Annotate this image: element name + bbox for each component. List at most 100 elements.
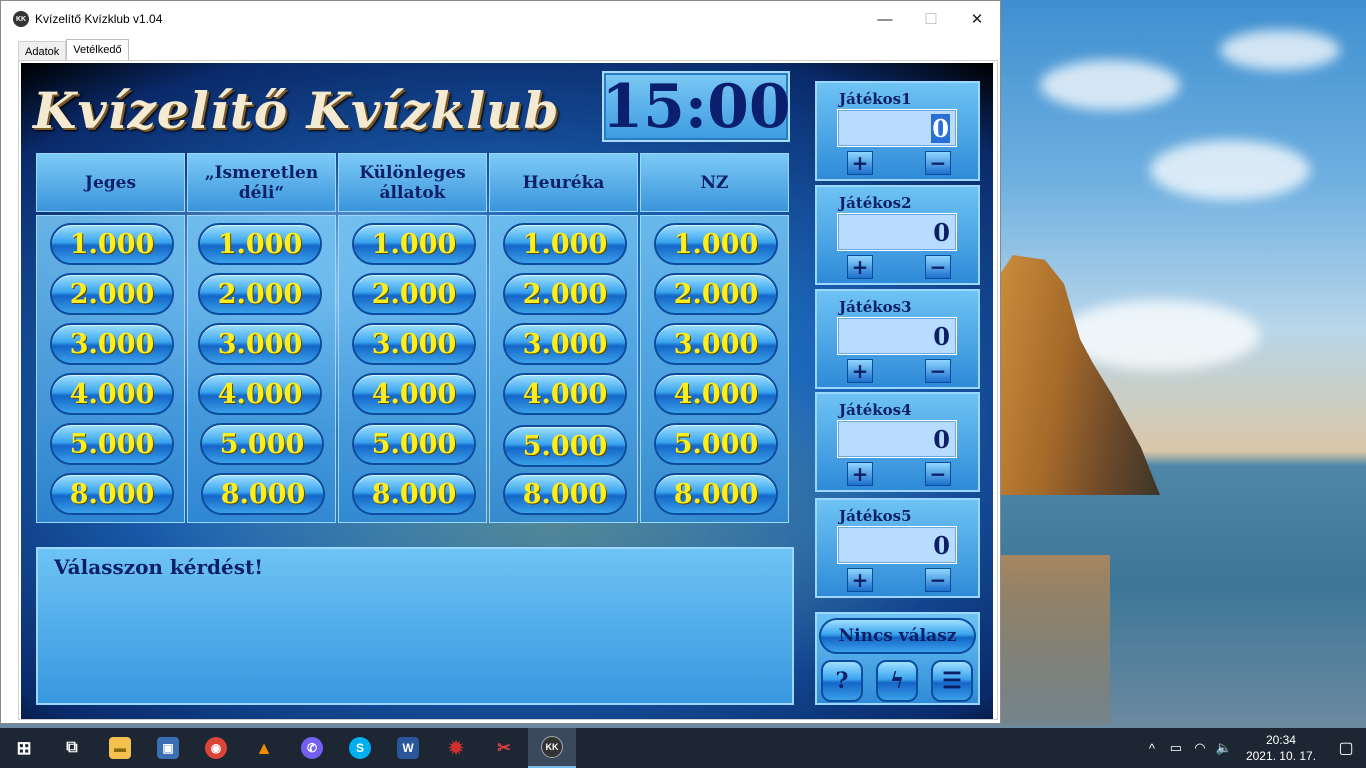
score-value: 0 bbox=[933, 424, 950, 454]
answer-controls-panel: Nincs válasz ? ϟ ☰ bbox=[815, 612, 980, 705]
skype-icon: S bbox=[349, 737, 371, 759]
score-field[interactable]: 0 bbox=[837, 213, 957, 251]
taskbar-app[interactable]: ✹ bbox=[432, 728, 480, 768]
game-app-icon: ✹ bbox=[448, 737, 464, 758]
notification-icon[interactable]: ▢ bbox=[1326, 738, 1366, 758]
taskbar-app[interactable]: ◉ bbox=[192, 728, 240, 768]
player-card: Játékos1 0 + − bbox=[815, 81, 980, 181]
player-name: Játékos1 bbox=[839, 90, 912, 108]
question-value-button[interactable]: 1.000 bbox=[198, 223, 322, 265]
question-value-button[interactable]: 2.000 bbox=[198, 273, 322, 315]
question-value-button[interactable]: 4.000 bbox=[50, 373, 174, 415]
subtract-points-button[interactable]: − bbox=[925, 151, 951, 175]
taskbar: ⊞ ⧉ ▬ ▣ ◉ ▲ ✆ S W ✹ ✂ KK ^ ▭ ◠ 🔈 20:34 2… bbox=[0, 728, 1366, 768]
category-header: Jeges bbox=[36, 153, 185, 212]
app-logo-icon: KK bbox=[13, 11, 29, 27]
question-value-button[interactable]: 5.000 bbox=[352, 423, 476, 465]
question-value-button[interactable]: 5.000 bbox=[50, 423, 174, 465]
title-bar[interactable]: KK Kvízelítő Kvízklub v1.04 — ☐ ✕ bbox=[1, 1, 1000, 37]
question-value-button[interactable]: 3.000 bbox=[654, 323, 778, 365]
minimize-button[interactable]: — bbox=[862, 1, 908, 37]
start-button[interactable]: ⊞ bbox=[0, 728, 48, 768]
taskbar-app[interactable]: ✆ bbox=[288, 728, 336, 768]
score-field[interactable]: 0 bbox=[837, 420, 957, 458]
no-answer-button[interactable]: Nincs válasz bbox=[819, 618, 976, 654]
add-points-button[interactable]: + bbox=[847, 568, 873, 592]
window-title: Kvízelítő Kvízklub v1.04 bbox=[35, 12, 163, 26]
question-value-button[interactable]: 1.000 bbox=[503, 223, 627, 265]
help-button[interactable]: ? bbox=[821, 660, 863, 702]
flash-icon[interactable]: ϟ bbox=[876, 660, 918, 702]
player-name: Játékos4 bbox=[839, 401, 912, 419]
subtract-points-button[interactable]: − bbox=[925, 462, 951, 486]
taskbar-app[interactable]: ▬ bbox=[96, 728, 144, 768]
question-value-button[interactable]: 8.000 bbox=[50, 473, 174, 515]
add-points-button[interactable]: + bbox=[847, 255, 873, 279]
question-value-button[interactable]: 5.000 bbox=[200, 423, 324, 465]
score-value: 0 bbox=[933, 530, 950, 560]
question-value-button[interactable]: 4.000 bbox=[198, 373, 322, 415]
game-board-panel: Kvízelítő Kvízklub 15:00 Jeges 1.000 2.0… bbox=[21, 63, 993, 719]
question-value-button[interactable]: 4.000 bbox=[503, 373, 627, 415]
taskbar-app-active[interactable]: KK bbox=[528, 728, 576, 768]
clock[interactable]: 20:34 2021. 10. 17. bbox=[1236, 732, 1326, 764]
subtract-points-button[interactable]: − bbox=[925, 359, 951, 383]
question-value-button[interactable]: 5.000 bbox=[503, 425, 627, 467]
subtract-points-button[interactable]: − bbox=[925, 568, 951, 592]
taskbar-app[interactable]: ✂ bbox=[480, 728, 528, 768]
add-points-button[interactable]: + bbox=[847, 359, 873, 383]
question-value-button[interactable]: 2.000 bbox=[503, 273, 627, 315]
question-value-button[interactable]: 5.000 bbox=[654, 423, 778, 465]
player-name: Játékos2 bbox=[839, 194, 912, 212]
question-value-button[interactable]: 8.000 bbox=[201, 473, 325, 515]
question-value-button[interactable]: 2.000 bbox=[654, 273, 778, 315]
tab-vetelkedo[interactable]: Vetélkedő bbox=[66, 39, 129, 62]
category-header: Heuréka bbox=[489, 153, 638, 212]
volume-icon[interactable]: 🔈 bbox=[1212, 740, 1236, 756]
question-value-button[interactable]: 8.000 bbox=[503, 473, 627, 515]
chevron-up-icon[interactable]: ^ bbox=[1140, 741, 1164, 756]
wifi-icon[interactable]: ◠ bbox=[1188, 740, 1212, 756]
question-value-button[interactable]: 3.000 bbox=[352, 323, 476, 365]
add-points-button[interactable]: + bbox=[847, 151, 873, 175]
score-field[interactable]: 0 bbox=[837, 526, 957, 564]
question-value-button[interactable]: 3.000 bbox=[503, 323, 627, 365]
taskbar-app[interactable]: ▣ bbox=[144, 728, 192, 768]
tab-adatok[interactable]: Adatok bbox=[18, 41, 67, 62]
maximize-button[interactable]: ☐ bbox=[908, 1, 954, 37]
taskbar-app[interactable]: ▲ bbox=[240, 728, 288, 768]
question-value-button[interactable]: 1.000 bbox=[50, 223, 174, 265]
list-icon[interactable]: ☰ bbox=[931, 660, 973, 702]
close-button[interactable]: ✕ bbox=[954, 1, 1000, 37]
score-value: 0 bbox=[931, 113, 950, 143]
question-value-button[interactable]: 2.000 bbox=[50, 273, 174, 315]
question-value-button[interactable]: 3.000 bbox=[198, 323, 322, 365]
question-value-button[interactable]: 3.000 bbox=[50, 323, 174, 365]
score-field[interactable]: 0 bbox=[837, 109, 957, 147]
chrome-icon: ◉ bbox=[205, 737, 227, 759]
question-board: Jeges 1.000 2.000 3.000 4.000 5.000 8.00… bbox=[36, 153, 790, 523]
question-value-button[interactable]: 8.000 bbox=[352, 473, 476, 515]
snipping-tool-icon: ✂ bbox=[497, 740, 511, 757]
category-header: „Ismeretlen déli“ bbox=[187, 153, 336, 212]
file-explorer-icon: ▬ bbox=[109, 737, 131, 759]
question-value-button[interactable]: 1.000 bbox=[654, 223, 778, 265]
taskbar-app[interactable]: W bbox=[384, 728, 432, 768]
question-value-button[interactable]: 4.000 bbox=[654, 373, 778, 415]
battery-icon[interactable]: ▭ bbox=[1164, 740, 1188, 756]
category-header: NZ bbox=[640, 153, 789, 212]
question-value-button[interactable]: 8.000 bbox=[654, 473, 778, 515]
task-view-button[interactable]: ⧉ bbox=[48, 728, 96, 768]
category-column: NZ 1.000 2.000 3.000 4.000 5.000 8.000 bbox=[640, 153, 789, 523]
question-value-button[interactable]: 1.000 bbox=[352, 223, 476, 265]
question-value-button[interactable]: 4.000 bbox=[352, 373, 476, 415]
save-disk-icon: ▣ bbox=[157, 737, 179, 759]
app-window: KK Kvízelítő Kvízklub v1.04 — ☐ ✕ Adatok… bbox=[0, 0, 1001, 724]
score-field[interactable]: 0 bbox=[837, 317, 957, 355]
score-value: 0 bbox=[933, 321, 950, 351]
viber-icon: ✆ bbox=[301, 737, 323, 759]
add-points-button[interactable]: + bbox=[847, 462, 873, 486]
taskbar-app[interactable]: S bbox=[336, 728, 384, 768]
subtract-points-button[interactable]: − bbox=[925, 255, 951, 279]
question-value-button[interactable]: 2.000 bbox=[352, 273, 476, 315]
